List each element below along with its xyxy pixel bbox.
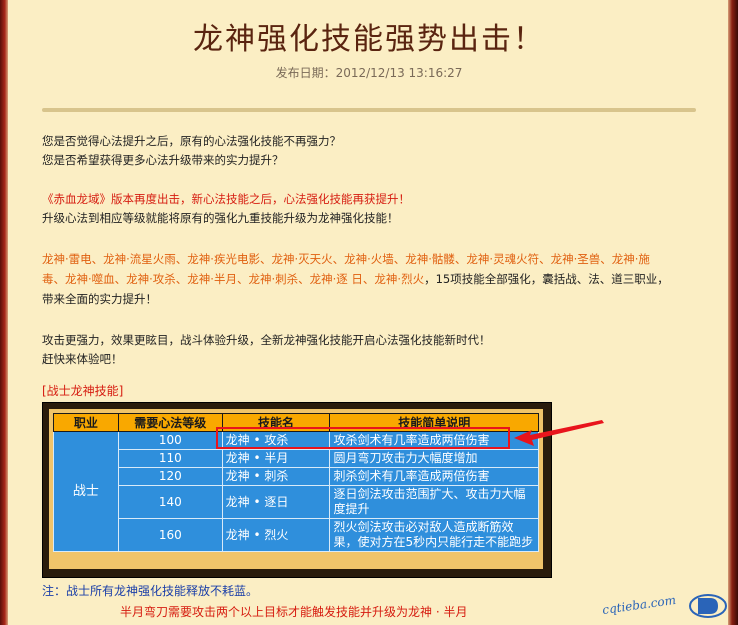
site-watermark: cqtieba.com [601, 588, 732, 622]
table-row: 160 龙神 • 烈火 烈火剑法攻击必对敌人造成断筋效果，使对方在5秒内只能行走… [54, 518, 539, 552]
highlight-box [216, 427, 510, 449]
job-cell: 战士 [53, 431, 119, 552]
red-arrow-icon [514, 420, 604, 446]
outro-line-2: 赶快来体验吧！ [42, 352, 123, 366]
skill-desc-cell: 圆月弯刀攻击力大幅度增加 [329, 449, 539, 468]
header-job: 职业 [53, 413, 119, 432]
outro-paragraph: 攻击更强力，效果更眩目，战斗体验升级，全新龙神强化技能开启心法强化技能新时代！ … [42, 331, 491, 369]
note-half-moon: 半月弯刀需要攻击两个以上目标才能触发技能并升级为龙神 · 半月 [120, 605, 468, 619]
announce-line-1: 《赤血龙域》版本再度出击，新心法技能之后，心法强化技能再获提升！ [42, 192, 410, 206]
table-row: 120 龙神 • 刺杀 刺杀剑术有几率造成两倍伤害 [54, 467, 539, 486]
level-cell: 100 [117, 431, 223, 450]
intro-line-1: 您是否觉得心法提升之后，原有的心法强化技能不再强力？ [42, 134, 341, 148]
watermark-logo-icon [689, 594, 727, 618]
page-edge-right [728, 0, 738, 625]
skill-name-cell: 龙神 • 烈火 [221, 518, 331, 552]
intro-paragraph: 您是否觉得心法提升之后，原有的心法强化技能不再强力？ 您是否希望获得更多心法升级… [42, 132, 341, 170]
skill-name-cell: 龙神 • 刺杀 [221, 467, 331, 486]
intro-line-2: 您是否希望获得更多心法升级带来的实力提升？ [42, 153, 284, 167]
title-divider [42, 108, 696, 112]
article-title: 龙神强化技能强势出击！ [193, 22, 545, 57]
skills-line-2-tail: ，15项技能全部强化，囊括战、法、道三职业， [424, 272, 669, 286]
skill-name-cell: 龙神 • 逐日 [221, 485, 331, 519]
skill-desc-cell: 刺杀剑术有几率造成两倍伤害 [329, 467, 539, 486]
skills-line-2-names: 毒、龙神·噬血、龙神·攻杀、龙神·半月、龙神·刺杀、龙神·逐 日、龙神·烈火 [42, 272, 425, 286]
level-cell: 160 [117, 518, 223, 552]
skill-desc-cell: 逐日剑法攻击范围扩大、攻击力大幅度提升 [329, 485, 539, 519]
publish-date: 发布日期：2012/12/13 13:16:27 [275, 66, 463, 80]
skills-line-1: 龙神·雷电、龙神·流星火雨、龙神·疾光电影、龙神·灭天火、龙神·火墙、龙神·骷髅… [42, 252, 650, 266]
warrior-section-title: [战士龙神技能] [42, 384, 124, 398]
skill-name-cell: 龙神 • 半月 [221, 449, 331, 468]
skills-paragraph: 龙神·雷电、龙神·流星火雨、龙神·疾光电影、龙神·灭天火、龙神·火墙、龙神·骷髅… [42, 249, 692, 309]
note-mp-free: 注：战士所有龙神强化技能释放不耗蓝。 [42, 584, 259, 598]
announce-line-2: 升级心法到相应等级就能将原有的强化九重技能升级为龙神强化技能！ [42, 211, 399, 225]
skills-line-2: 毒、龙神·噬血、龙神·攻杀、龙神·半月、龙神·刺杀、龙神·逐 日、龙神·烈火，1… [42, 269, 692, 289]
watermark-text: cqtieba.com [601, 592, 677, 618]
page-edge-left [0, 0, 8, 625]
skill-desc-cell: 烈火剑法攻击必对敌人造成断筋效果，使对方在5秒内只能行走不能跑步 [329, 518, 539, 552]
level-cell: 110 [117, 449, 223, 468]
table-row: 140 龙神 • 逐日 逐日剑法攻击范围扩大、攻击力大幅度提升 [54, 485, 539, 519]
table-row: 110 龙神 • 半月 圆月弯刀攻击力大幅度增加 [54, 449, 539, 468]
header-level: 需要心法等级 [117, 413, 223, 432]
announce-paragraph: 《赤血龙域》版本再度出击，新心法技能之后，心法强化技能再获提升！ 升级心法到相应… [42, 190, 410, 228]
level-cell: 120 [117, 467, 223, 486]
level-cell: 140 [117, 485, 223, 519]
skills-line-3: 带来全面的实力提升！ [42, 292, 157, 306]
outro-line-1: 攻击更强力，效果更眩目，战斗体验升级，全新龙神强化技能开启心法强化技能新时代！ [42, 333, 491, 347]
